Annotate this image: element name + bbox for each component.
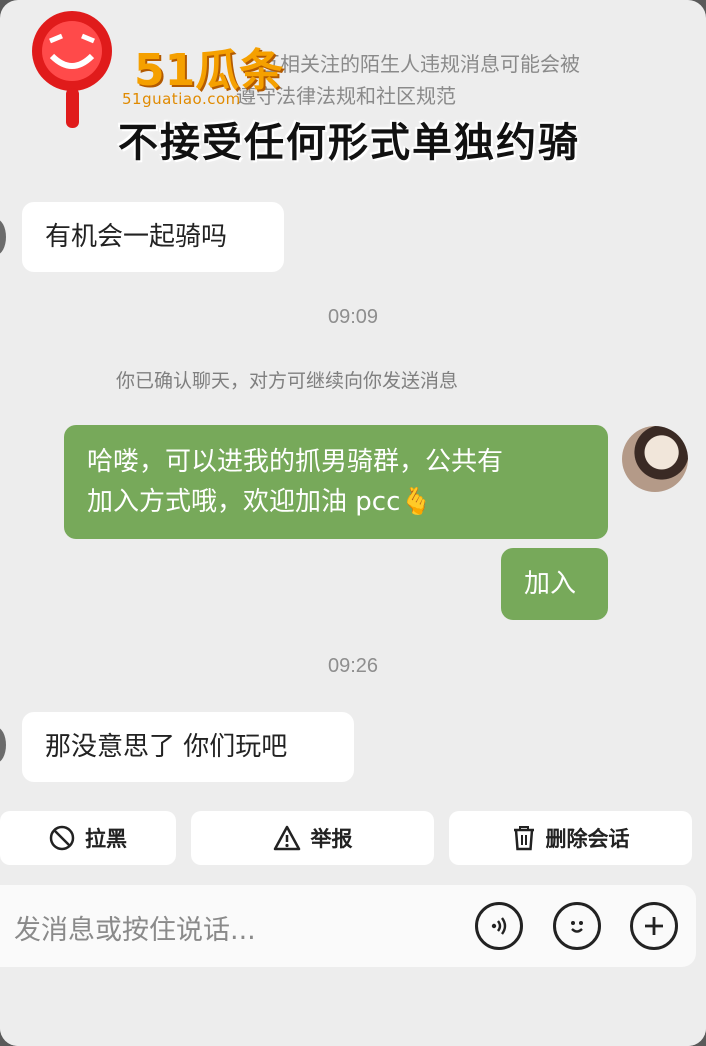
trash-icon — [513, 826, 534, 851]
message-text: 加入 — [524, 569, 577, 599]
emoji-button[interactable] — [553, 902, 601, 950]
contact-avatar[interactable] — [0, 727, 6, 763]
emoji-icon — [571, 921, 583, 933]
voice-icon — [491, 917, 507, 935]
magnifier-logo-icon — [32, 11, 112, 128]
message-outgoing[interactable]: 哈喽，可以进我的抓男骑群，公共有 加入方式哦，欢迎加油 pcc🫰 — [64, 425, 608, 539]
plus-icon — [645, 917, 663, 935]
message-text: 有机会一起骑吗 — [45, 222, 228, 252]
message-text-line-2: 加入方式哦，欢迎加油 pcc🫰 — [87, 487, 433, 517]
timestamp: 09:09 — [327, 306, 379, 328]
watermark-brand: 51瓜条 — [134, 45, 284, 96]
my-avatar[interactable] — [622, 426, 688, 492]
message-incoming[interactable]: 有机会一起骑吗 — [22, 202, 284, 272]
block-icon — [49, 825, 75, 851]
message-outgoing[interactable]: 加入 — [501, 548, 608, 620]
more-button[interactable] — [630, 902, 678, 950]
bottom-spacer — [0, 967, 706, 1046]
block-label: 拉黑 — [85, 827, 127, 851]
delete-chat-button[interactable]: 删除会话 — [449, 811, 692, 865]
timestamp: 09:26 — [327, 655, 379, 677]
overlay-caption: 不接受任何形式单独约骑 — [118, 120, 580, 166]
report-label: 举报 — [310, 827, 353, 851]
watermark-url: 51guatiao.com — [122, 90, 241, 108]
voice-button[interactable] — [475, 902, 523, 950]
warning-icon — [273, 825, 300, 851]
message-text-line-1: 哈喽，可以进我的抓男骑群，公共有 — [87, 447, 504, 477]
delete-chat-label: 删除会话 — [545, 827, 630, 851]
contact-avatar[interactable] — [0, 219, 6, 255]
report-button[interactable]: 举报 — [191, 811, 434, 865]
message-incoming[interactable]: 那没意思了 你们玩吧 — [22, 712, 354, 782]
message-input-placeholder: 发消息或按住说话... — [14, 915, 256, 946]
system-message: 你已确认聊天，对方可继续向你发送消息 — [116, 370, 459, 392]
chat-screen: 互相关注的陌生人违规消息可能会被 遵守法律法规和社区规范 51瓜条 51guat… — [0, 0, 706, 1046]
block-button[interactable]: 拉黑 — [0, 811, 176, 865]
message-text: 那没意思了 你们玩吧 — [45, 732, 288, 762]
